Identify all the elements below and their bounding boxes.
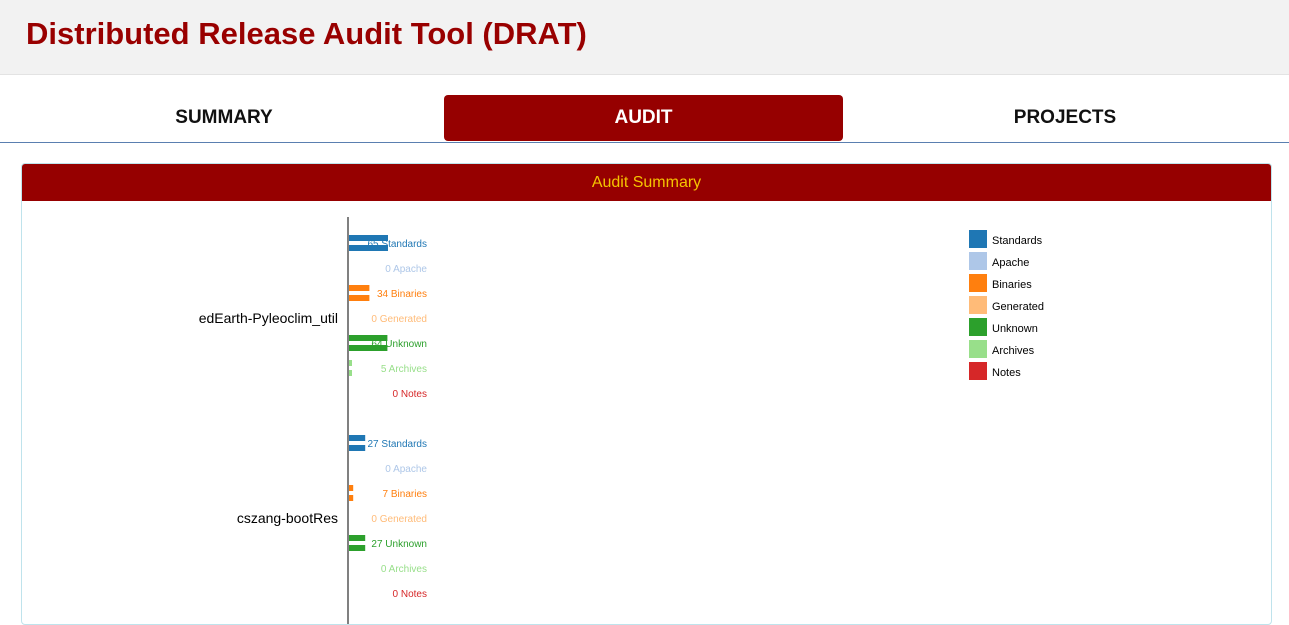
app-header: Distributed Release Audit Tool (DRAT) xyxy=(0,0,1289,75)
chart-bar-binaries xyxy=(349,485,354,491)
legend-swatch-standards xyxy=(969,230,987,248)
legend-label: Unknown xyxy=(992,323,1038,335)
chart-bar-archives xyxy=(349,360,352,366)
legend-swatch-apache xyxy=(969,252,987,270)
chart-bar-unknown xyxy=(349,545,366,551)
chart-bar-standards xyxy=(349,435,366,441)
audit-summary-panel: Audit Summary edEarth-Pyleoclim_util 65 S… xyxy=(21,163,1272,625)
chart-bar-archives xyxy=(349,370,352,376)
chart-bar-binaries xyxy=(349,295,370,301)
chart-bar-binaries xyxy=(349,285,370,291)
chart-category-label: edEarth-Pyleoclim_util xyxy=(199,310,338,326)
chart-data-label: 7 Binaries xyxy=(383,489,427,500)
legend-swatch-binaries xyxy=(969,274,987,292)
tab-projects[interactable]: PROJECTS xyxy=(843,95,1287,141)
chart-data-label: 0 Apache xyxy=(385,464,427,475)
chart-data-label: 65 Standards xyxy=(368,239,428,250)
legend-swatch-unknown xyxy=(969,318,987,336)
legend-swatch-generated xyxy=(969,296,987,314)
tab-summary[interactable]: SUMMARY xyxy=(0,95,448,141)
chart-data-label: 0 Apache xyxy=(385,264,427,275)
tab-audit[interactable]: AUDIT xyxy=(444,95,843,141)
chart-data-label: 64 Unknown xyxy=(371,339,427,350)
chart-bar-binaries xyxy=(349,495,354,501)
audit-chart: edEarth-Pyleoclim_util 65 Standards 0 Apac… xyxy=(199,217,1044,624)
chart-data-label: 0 Archives xyxy=(381,564,427,575)
legend-swatch-archives xyxy=(969,340,987,358)
chart-bar-unknown xyxy=(349,535,366,541)
main-tabs: SUMMARY AUDIT PROJECTS xyxy=(0,75,1289,143)
chart-data-label: 0 Generated xyxy=(371,314,427,325)
chart-data-label: 0 Notes xyxy=(393,389,427,400)
app-title: Distributed Release Audit Tool (DRAT) xyxy=(26,16,587,51)
chart-category-label: cszang-bootRes xyxy=(237,510,338,526)
legend-label: Standards xyxy=(992,235,1043,247)
legend-label: Archives xyxy=(992,345,1035,357)
chart-data-label: 27 Standards xyxy=(368,439,428,450)
chart-bar-standards xyxy=(349,445,366,451)
chart-data-label: 5 Archives xyxy=(381,364,427,375)
tabs-divider xyxy=(0,142,1289,143)
legend-swatch-notes xyxy=(969,362,987,380)
legend-label: Generated xyxy=(992,301,1044,313)
legend-label: Binaries xyxy=(992,279,1032,291)
legend-label: Apache xyxy=(992,257,1029,269)
chart-data-label: 34 Binaries xyxy=(377,289,427,300)
chart-data-label: 27 Unknown xyxy=(371,539,427,550)
chart-data-label: 0 Notes xyxy=(393,589,427,600)
legend-label: Notes xyxy=(992,367,1021,379)
chart-data-label: 0 Generated xyxy=(371,514,427,525)
